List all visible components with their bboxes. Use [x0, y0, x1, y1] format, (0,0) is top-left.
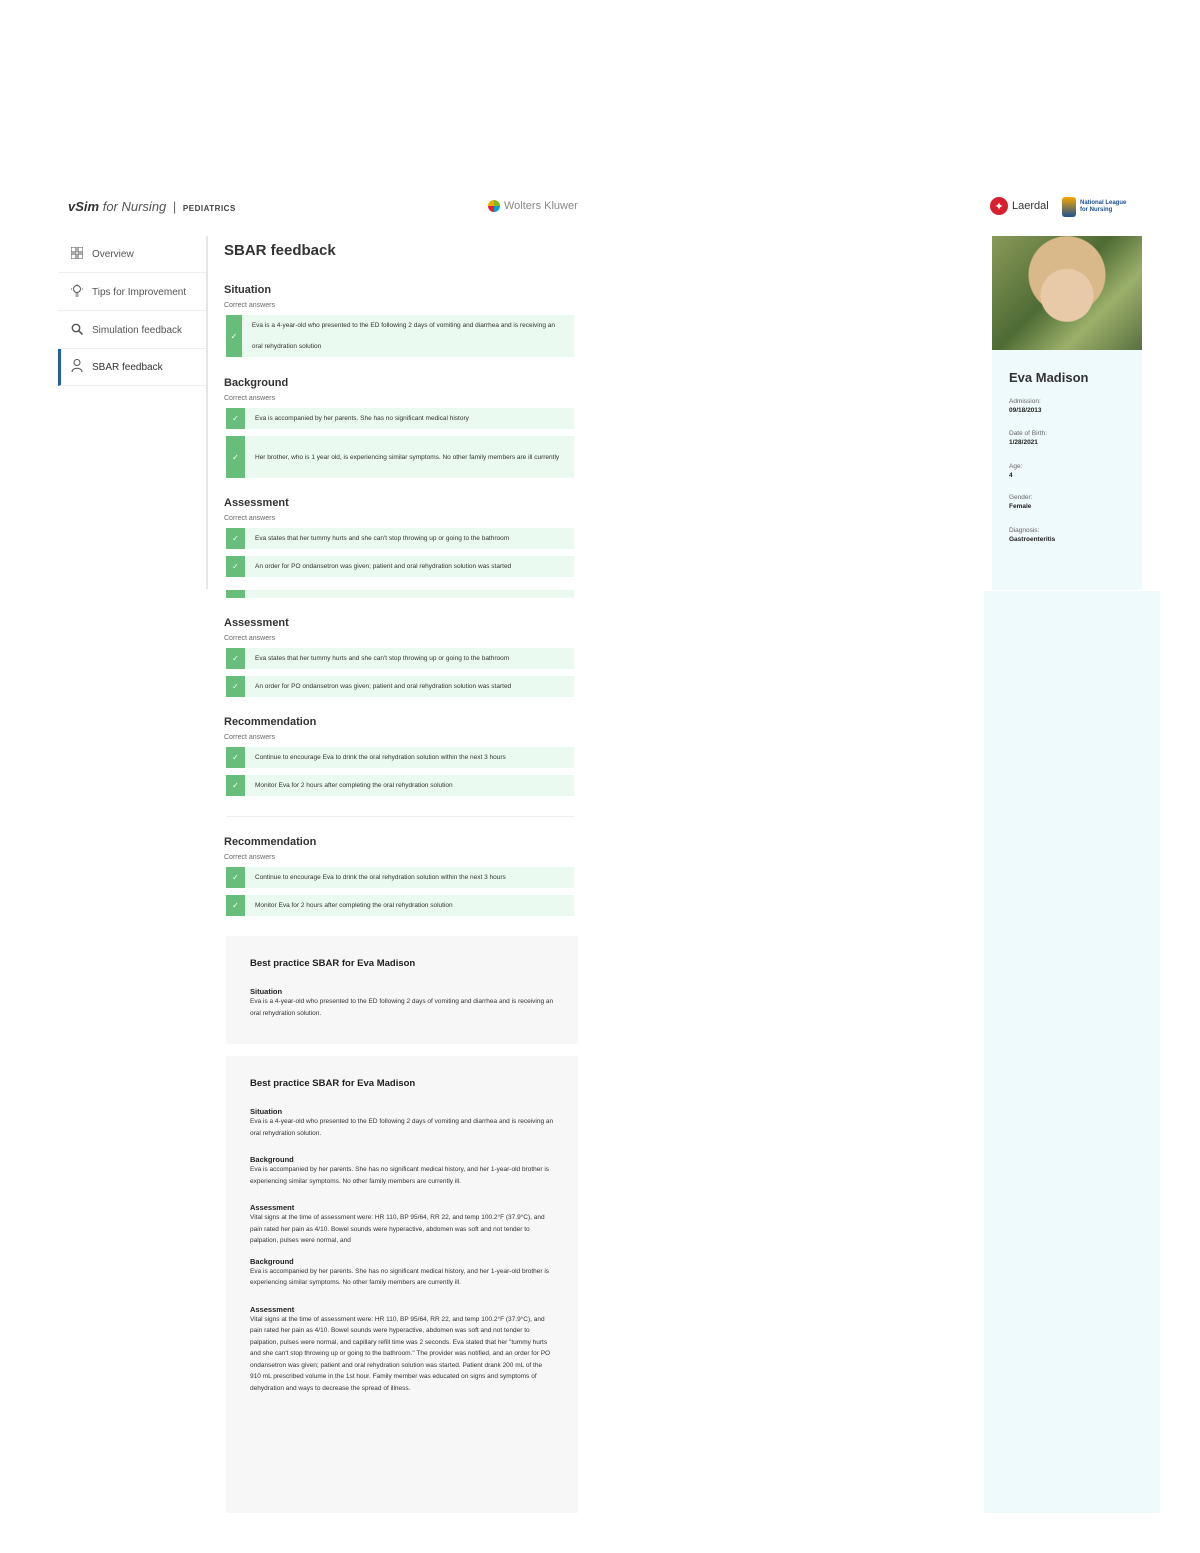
check-icon: ✓ — [226, 648, 245, 669]
answer-item: ✓ Monitor Eva for 2 hours after completi… — [226, 895, 574, 916]
person-icon — [70, 359, 84, 375]
check-icon: ✓ — [226, 315, 242, 357]
sidebar-item-tips[interactable]: Tips for Improvement — [58, 274, 206, 311]
nln-badge-icon — [1062, 197, 1076, 217]
wolters-kluwer-icon — [488, 200, 500, 212]
answer-item: ✓ Eva states that her tummy hurts and sh… — [226, 648, 574, 669]
laerdal-star-icon: ✦ — [990, 197, 1008, 215]
best-practice-sbar-box: Best practice SBAR for Eva Madison Situa… — [226, 936, 578, 1044]
sidebar: Overview Tips for Improvement Simulation… — [58, 236, 208, 589]
check-icon: ✓ — [226, 436, 245, 478]
section-title-assessment: Assessment — [224, 617, 289, 629]
correct-answers-label: Correct answers — [224, 302, 275, 309]
section-title-assessment: Assessment — [224, 497, 289, 509]
check-icon: ✓ — [226, 528, 245, 549]
patient-admission: Admission: 09/18/2013 — [1009, 398, 1042, 414]
patient-age: Age: 4 — [1009, 463, 1023, 479]
answer-item-partial — [226, 590, 574, 598]
grid-icon — [70, 246, 84, 262]
section-title-recommendation: Recommendation — [224, 836, 317, 848]
section-title-background: Background — [224, 377, 289, 389]
patient-name: Eva Madison — [1009, 370, 1089, 385]
sidebar-item-overview[interactable]: Overview — [58, 236, 206, 273]
correct-answers-label: Correct answers — [224, 734, 275, 741]
check-icon: ✓ — [226, 408, 245, 429]
best-practice-sbar-box: Best practice SBAR for Eva Madison Situa… — [226, 1056, 578, 1513]
check-icon: ✓ — [226, 867, 245, 888]
answer-item: ✓ Continue to encourage Eva to drink the… — [226, 747, 574, 768]
patient-diagnosis: Diagnosis: Gastroenteritis — [1009, 527, 1056, 543]
check-icon: ✓ — [226, 747, 245, 768]
answer-item: ✓ Monitor Eva for 2 hours after completi… — [226, 775, 574, 796]
answer-item: ✓ An order for PO ondansetron was given;… — [226, 676, 574, 697]
check-icon: ✓ — [226, 775, 245, 796]
answer-item: ✓ Eva is accompanied by her parents. She… — [226, 408, 574, 429]
search-icon — [70, 323, 84, 338]
app-brand: vSim for Nursing | PEDIATRICS — [68, 199, 236, 214]
check-icon: ✓ — [226, 895, 245, 916]
sidebar-item-sbar-feedback[interactable]: SBAR feedback — [58, 349, 206, 386]
section-title-recommendation: Recommendation — [224, 716, 317, 728]
patient-dob: Date of Birth: 1/28/2021 — [1009, 430, 1047, 446]
patient-card-extension — [984, 591, 1160, 1513]
patient-photo — [992, 236, 1142, 350]
section-title-situation: Situation — [224, 284, 272, 296]
correct-answers-label: Correct answers — [224, 854, 275, 861]
answer-item: ✓ Continue to encourage Eva to drink the… — [226, 867, 574, 888]
correct-answers-label: Correct answers — [224, 515, 275, 522]
check-icon — [226, 590, 245, 598]
check-icon: ✓ — [226, 676, 245, 697]
patient-gender: Gender: Female — [1009, 494, 1033, 510]
sidebar-item-simulation-feedback[interactable]: Simulation feedback — [58, 312, 206, 349]
answer-item: ✓ An order for PO ondansetron was given;… — [226, 556, 574, 577]
laerdal-logo: ✦ Laerdal — [990, 197, 1049, 215]
answer-item: ✓ Eva states that her tummy hurts and sh… — [226, 528, 574, 549]
correct-answers-label: Correct answers — [224, 395, 275, 402]
page-title: SBAR feedback — [224, 242, 336, 259]
answer-item: ✓ Her brother, who is 1 year old, is exp… — [226, 436, 574, 478]
divider — [226, 816, 574, 817]
lightbulb-icon — [70, 284, 84, 300]
check-icon: ✓ — [226, 556, 245, 577]
nln-logo: National League for Nursing — [1062, 197, 1126, 217]
publisher-logo: Wolters Kluwer — [488, 200, 578, 212]
answer-item: ✓ Eva is a 4-year-old who presented to t… — [226, 315, 574, 357]
correct-answers-label: Correct answers — [224, 635, 275, 642]
